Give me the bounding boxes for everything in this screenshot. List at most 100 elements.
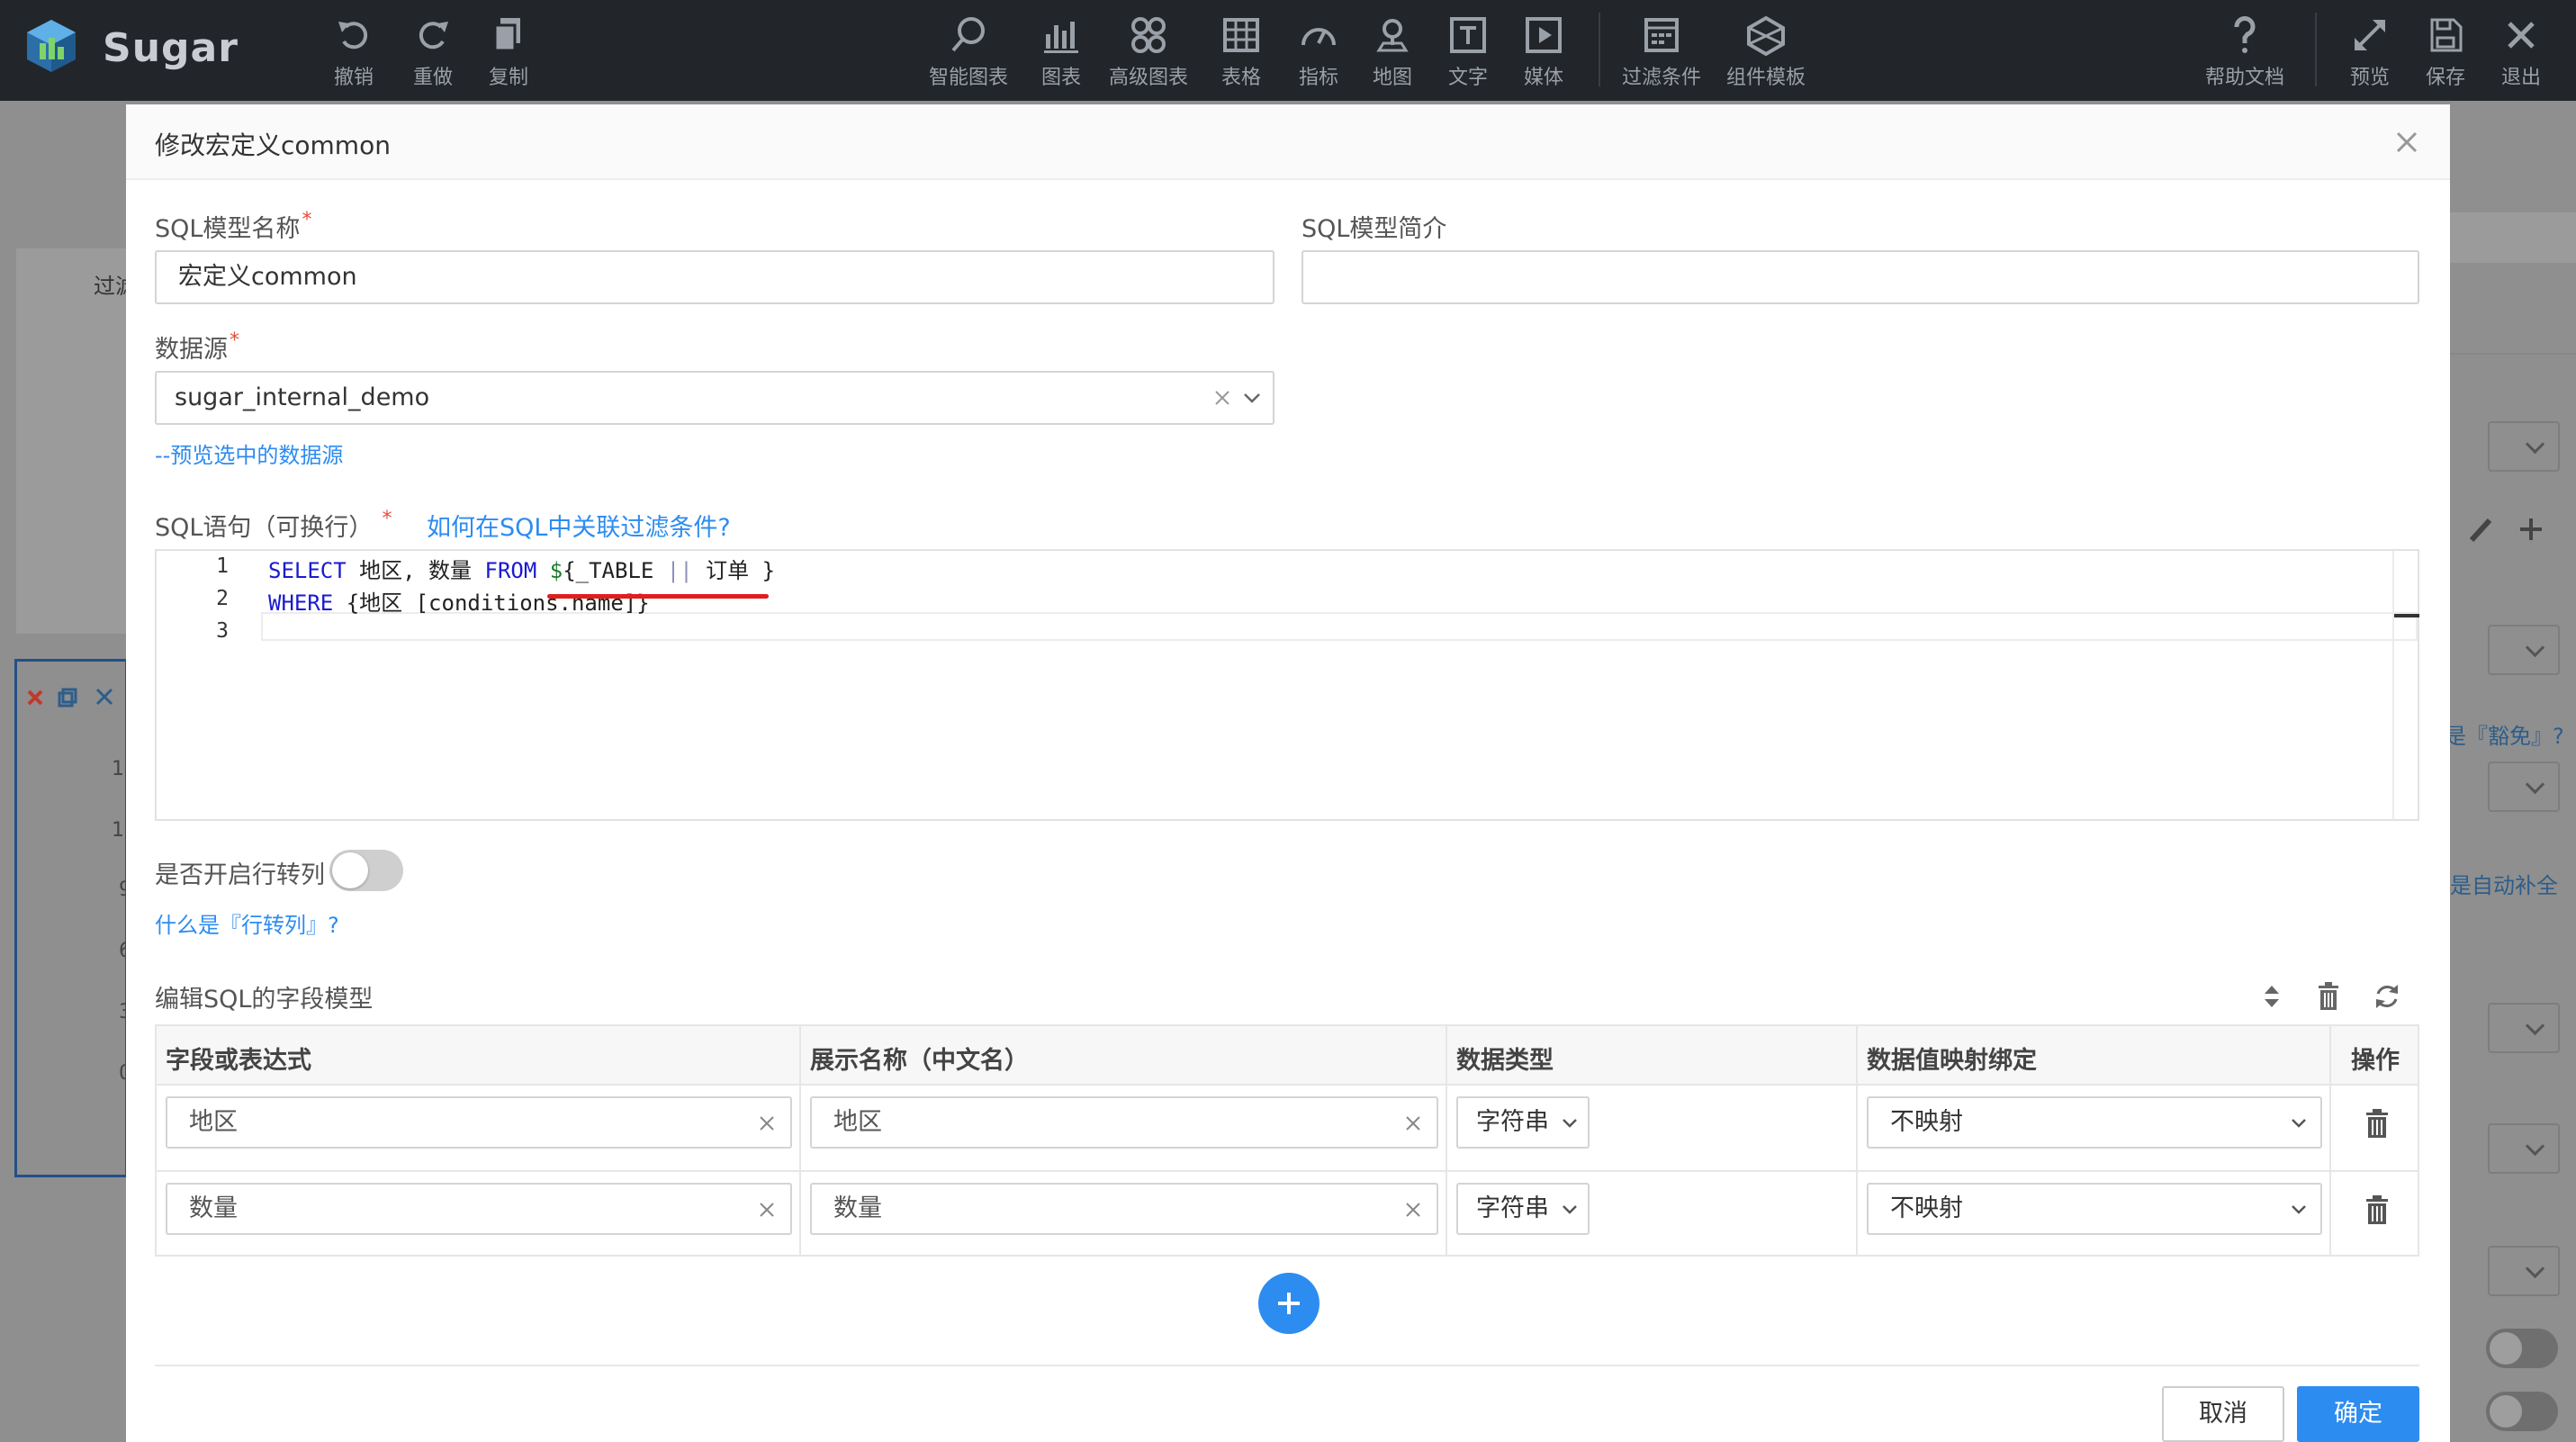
column-header-actions: 操作 — [2351, 1047, 2400, 1075]
footer-divider — [155, 1365, 2419, 1366]
mapping-select[interactable]: 不映射 — [1867, 1183, 2322, 1235]
preview-datasource-link[interactable]: --预览选中的数据源 — [155, 437, 343, 469]
data-type-select[interactable]: 字符串 — [1456, 1096, 1590, 1149]
advanced-chart-icon — [1131, 17, 1166, 53]
smart-chart-label: 智能图表 — [929, 67, 1009, 89]
brand-name: Sugar — [103, 25, 239, 71]
model-name-label-text: SQL模型名称 — [155, 215, 301, 243]
redo-button[interactable]: 重做 — [412, 14, 454, 90]
clear-icon[interactable] — [1213, 389, 1231, 407]
data-type-select[interactable]: 字符串 — [1456, 1183, 1590, 1235]
delete-row-icon[interactable] — [2364, 1107, 2391, 1140]
background-toggle — [2486, 1392, 2558, 1431]
template-icon — [1747, 15, 1785, 56]
field-input[interactable]: 地区 — [166, 1096, 792, 1149]
copy-button[interactable]: 复制 — [488, 14, 529, 90]
text-label: 文字 — [1447, 67, 1488, 89]
sql-keyword: WHERE — [268, 590, 334, 616]
save-button[interactable]: 保存 — [2425, 14, 2466, 90]
code-line-2: WHERE {地区 [conditions.name]} — [268, 585, 650, 617]
dialog-header: 修改宏定义common — [126, 104, 2450, 180]
toolbar-separator — [1599, 13, 1600, 86]
copy-icon — [493, 18, 520, 52]
close-icon[interactable] — [2391, 126, 2423, 158]
macro-dollar: $ — [549, 558, 563, 583]
sql-code-editor[interactable]: 1 2 3 SELECT 地区, 数量 FROM ${_TABLE || 订单 … — [155, 549, 2419, 821]
background-select — [2488, 625, 2560, 675]
datasource-value: sugar_internal_demo — [175, 383, 430, 411]
sql-filter-help-link[interactable]: 如何在SQL中关联过滤条件? — [427, 508, 731, 543]
type-value: 字符串 — [1476, 1194, 1549, 1222]
field-input[interactable]: 数量 — [166, 1183, 792, 1235]
required-mark: * — [382, 508, 392, 530]
field-model-label: 编辑SQL的字段模型 — [155, 986, 374, 1014]
background-chart-frame — [14, 659, 128, 1177]
code-text: 订单 } — [692, 558, 776, 583]
column-divider — [2329, 1026, 2331, 1255]
chart-button[interactable]: 图表 — [1040, 14, 1082, 90]
sort-icon[interactable] — [2261, 983, 2283, 1010]
column-divider — [1446, 1026, 1447, 1255]
metric-label: 指标 — [1298, 67, 1338, 89]
clear-icon[interactable] — [758, 1114, 776, 1132]
datasource-select[interactable]: sugar_internal_demo — [155, 371, 1274, 425]
clear-icon[interactable] — [758, 1201, 776, 1219]
preview-button[interactable]: 预览 — [2349, 14, 2391, 90]
close-icon — [2508, 22, 2535, 49]
metric-button[interactable]: 指标 — [1298, 14, 1339, 90]
line-number: 1 — [216, 554, 229, 578]
background-select — [2488, 421, 2560, 472]
mapping-select[interactable]: 不映射 — [1867, 1096, 2322, 1149]
smart-chart-button[interactable]: 智能图表 — [929, 14, 1008, 90]
editor-gutter: 1 2 3 — [157, 551, 256, 819]
advanced-chart-label: 高级图表 — [1109, 67, 1189, 89]
advanced-chart-button[interactable]: 高级图表 — [1109, 14, 1188, 90]
question-icon — [2234, 16, 2256, 53]
bar-chart-icon — [1044, 22, 1078, 53]
save-label: 保存 — [2425, 67, 2465, 89]
cancel-button[interactable]: 取消 — [2162, 1386, 2284, 1442]
component-template-button[interactable]: 组件模板 — [1726, 14, 1806, 90]
model-name-input[interactable]: 宏定义common — [155, 250, 1274, 304]
mapping-value: 不映射 — [1890, 1108, 1963, 1136]
display-name-input[interactable]: 地区 — [810, 1096, 1438, 1149]
sql-keyword: SELECT — [268, 558, 347, 583]
delete-row-icon[interactable] — [2364, 1194, 2391, 1226]
media-button[interactable]: 媒体 — [1523, 14, 1564, 90]
sql-keyword: FROM — [484, 558, 537, 583]
trash-icon[interactable] — [2315, 981, 2342, 1012]
model-name-label: SQL模型名称* — [155, 209, 311, 244]
background-select — [2488, 1246, 2560, 1296]
row-to-col-toggle[interactable] — [329, 850, 403, 891]
display-name-input[interactable]: 数量 — [810, 1183, 1438, 1235]
text-button[interactable]: 文字 — [1447, 14, 1489, 90]
help-button[interactable]: 帮助文档 — [2205, 14, 2284, 90]
macro-operator: || — [666, 558, 693, 583]
editor-scrollbar[interactable] — [2392, 551, 2419, 819]
component-template-label: 组件模板 — [1726, 67, 1806, 89]
column-header-type: 数据类型 — [1456, 1047, 1554, 1075]
redo-label: 重做 — [412, 67, 453, 89]
clear-icon[interactable] — [1404, 1114, 1422, 1132]
model-desc-input[interactable] — [1302, 250, 2419, 304]
clear-icon[interactable] — [1404, 1201, 1422, 1219]
map-button[interactable]: 地图 — [1372, 14, 1413, 90]
chevron-down-icon — [1244, 393, 1260, 403]
undo-button[interactable]: 撤销 — [333, 14, 374, 90]
table-button[interactable]: 表格 — [1220, 14, 1262, 90]
exit-button[interactable]: 退出 — [2500, 14, 2542, 90]
confirm-button[interactable]: 确定 — [2297, 1386, 2419, 1442]
field-value: 地区 — [189, 1108, 238, 1136]
map-label: 地图 — [1372, 67, 1412, 89]
field-model-table: 字段或表达式 展示名称（中文名） 数据类型 数据值映射绑定 操作 地区 地区 字… — [155, 1024, 2419, 1257]
background-filter-panel — [16, 248, 128, 634]
chevron-down-icon — [1563, 1205, 1577, 1214]
text-icon — [1450, 17, 1486, 53]
code-text: {_TABLE — [563, 558, 667, 583]
filter-button[interactable]: 过滤条件 — [1622, 14, 1701, 90]
sql-label: SQL语句（可换行） * — [155, 508, 392, 543]
add-field-button[interactable] — [1258, 1273, 1320, 1334]
undo-label: 撤销 — [333, 67, 374, 89]
refresh-icon[interactable] — [2373, 981, 2401, 1012]
row-to-col-help-link[interactable]: 什么是『行转列』? — [155, 907, 339, 939]
